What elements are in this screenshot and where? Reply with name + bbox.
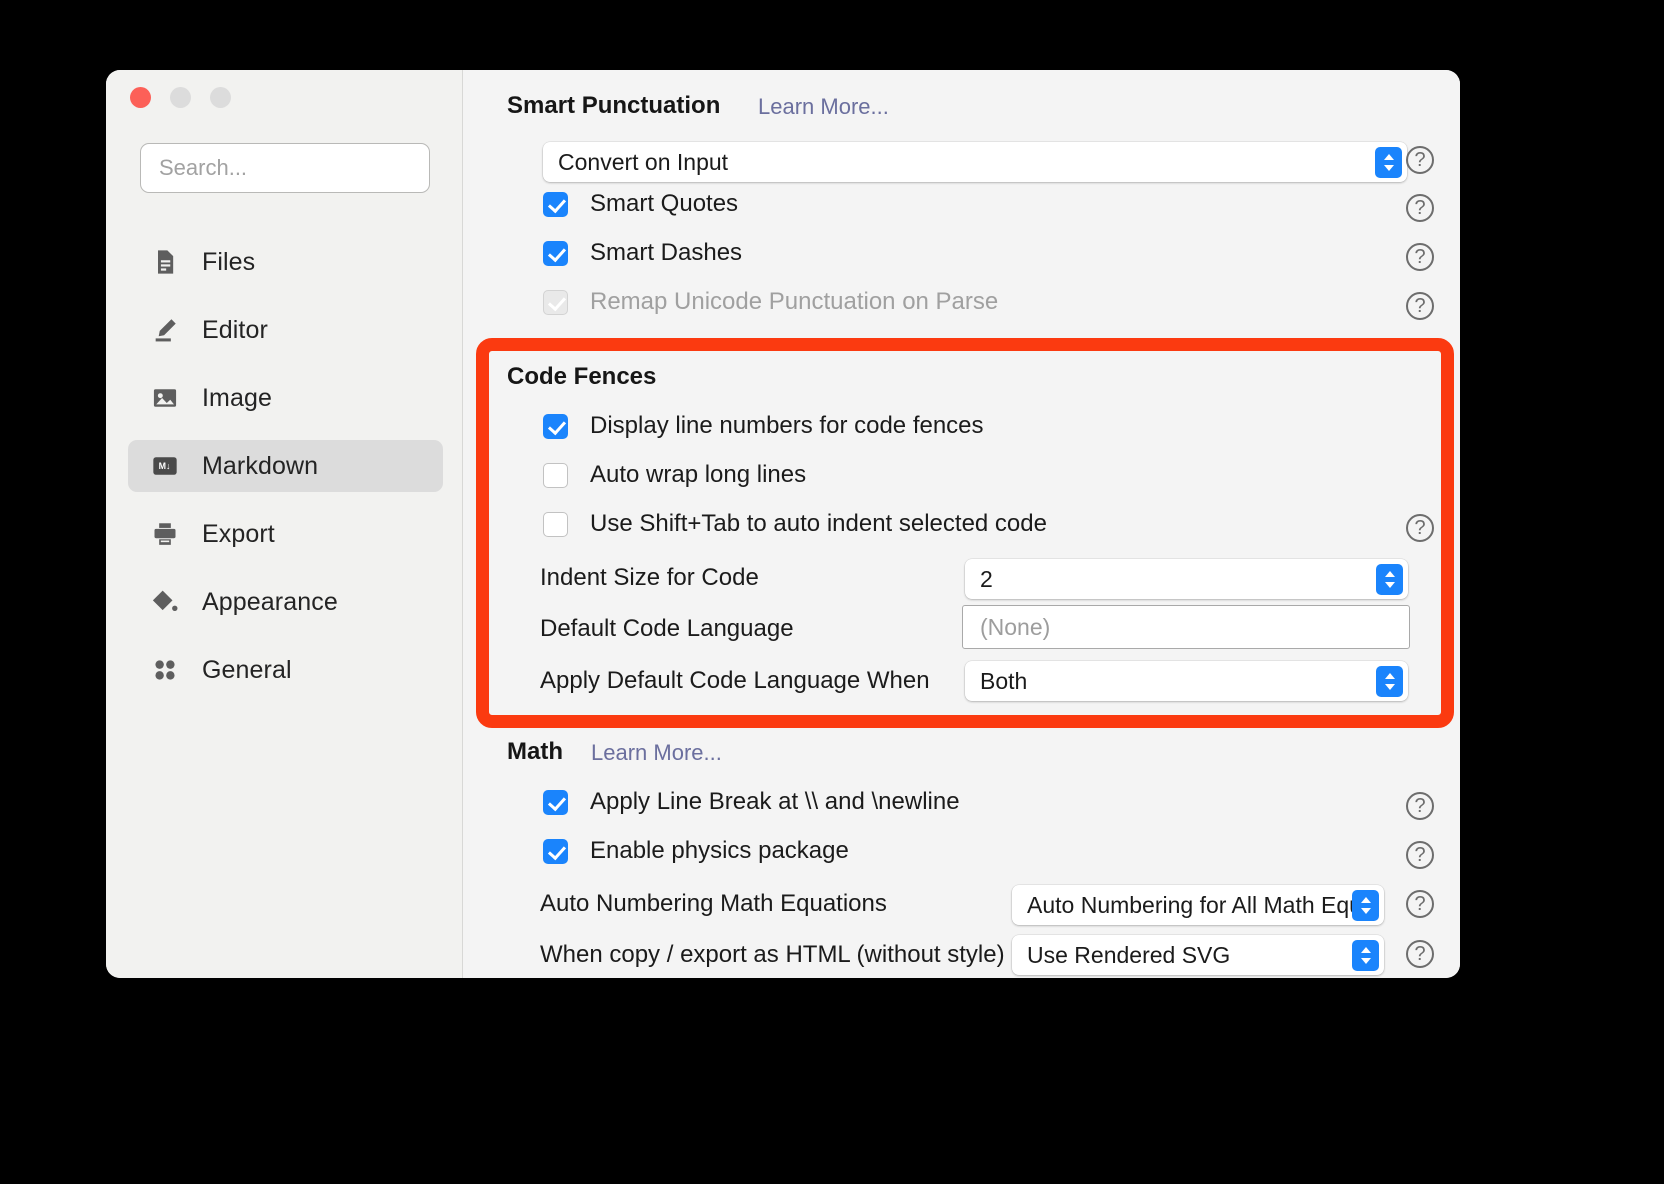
close-button[interactable] [130, 87, 151, 108]
sidebar-item-label: Markdown [202, 451, 319, 480]
search-field-wrapper [140, 143, 430, 193]
help-icon-smart-quotes[interactable]: ? [1406, 194, 1434, 222]
auto-numbering-select[interactable]: Auto Numbering for All Math Equ [1012, 885, 1384, 925]
zoom-button[interactable] [210, 87, 231, 108]
sidebar-item-files[interactable]: Files [128, 236, 443, 288]
screenshot-stage: Files Editor [0, 0, 1664, 1184]
sidebar-item-label: Appearance [202, 587, 338, 616]
apply-line-break-checkbox[interactable] [543, 789, 568, 815]
help-icon-convert-mode[interactable]: ? [1406, 146, 1434, 174]
markdown-icon: M↓ [150, 451, 180, 481]
default-lang-label-wrap: Default Code Language [540, 615, 794, 643]
apply-when-label-wrap: Apply Default Code Language When [540, 667, 930, 695]
shift-tab-row[interactable]: Use Shift+Tab to auto indent selected co… [543, 510, 1047, 538]
line-break-row[interactable]: Apply Line Break at \\ and \newline [543, 788, 960, 816]
auto-wrap-checkbox[interactable] [543, 462, 568, 488]
smart-quotes-label: Smart Quotes [590, 190, 739, 217]
sidebar-item-editor[interactable]: Editor [128, 304, 443, 356]
sidebar: Files Editor [106, 70, 463, 978]
learn-more-math-link[interactable]: Learn More... [591, 740, 722, 766]
section-title-code-fences: Code Fences [507, 363, 657, 390]
display-line-numbers-row[interactable]: Display line numbers for code fences [543, 412, 984, 440]
shift-tab-checkbox[interactable] [543, 511, 568, 537]
help-icon-shift-tab[interactable]: ? [1406, 514, 1434, 542]
help-icon-copy-export-html[interactable]: ? [1406, 940, 1434, 968]
minimize-button[interactable] [170, 87, 191, 108]
sidebar-item-markdown[interactable]: M↓ Markdown [128, 440, 443, 492]
remap-unicode-label: Remap Unicode Punctuation on Parse [590, 288, 999, 315]
chevron-updown-icon[interactable] [1376, 665, 1403, 697]
default-code-language-placeholder: (None) [980, 613, 1051, 640]
display-line-numbers-label: Display line numbers for code fences [590, 412, 984, 439]
pencil-icon [150, 315, 180, 345]
copy-export-html-value: Use Rendered SVG [1027, 941, 1231, 968]
help-icon-remap-unicode[interactable]: ? [1406, 292, 1434, 320]
remap-unicode-row: Remap Unicode Punctuation on Parse [543, 288, 998, 316]
enable-physics-package-checkbox[interactable] [543, 838, 568, 864]
apply-line-break-label: Apply Line Break at \\ and \newline [590, 788, 960, 815]
smart-dashes-checkbox[interactable] [543, 240, 568, 266]
indent-size-value: 2 [980, 565, 993, 592]
help-icon-smart-dashes[interactable]: ? [1406, 243, 1434, 271]
copy-export-html-label: When copy / export as HTML (without styl… [540, 941, 1005, 968]
smart-dashes-row[interactable]: Smart Dashes [543, 239, 742, 267]
default-code-language-label: Default Code Language [540, 615, 794, 642]
sidebar-item-export[interactable]: Export [128, 508, 443, 560]
svg-text:M↓: M↓ [159, 461, 171, 471]
apply-default-language-when-value: Both [980, 667, 1028, 694]
preferences-window: Files Editor [106, 70, 1460, 978]
window-traffic-lights [130, 87, 231, 108]
smart-dashes-label: Smart Dashes [590, 239, 743, 266]
apply-default-language-when-label: Apply Default Code Language When [540, 667, 930, 694]
apply-default-language-when-select[interactable]: Both [965, 661, 1408, 701]
people-icon [150, 655, 180, 685]
auto-numbering-label: Auto Numbering Math Equations [540, 890, 887, 917]
convert-mode-value: Convert on Input [558, 148, 729, 175]
sidebar-nav: Files Editor Image M↓ Markdown Export Ap… [128, 236, 443, 712]
sidebar-item-label: Files [202, 247, 256, 276]
sidebar-item-label: Image [202, 383, 272, 412]
sidebar-item-label: Export [202, 519, 275, 548]
default-code-language-input[interactable]: (None) [962, 605, 1410, 649]
auto-numbering-label-wrap: Auto Numbering Math Equations [540, 890, 887, 918]
auto-wrap-row[interactable]: Auto wrap long lines [543, 461, 806, 489]
chevron-updown-icon[interactable] [1375, 146, 1402, 178]
settings-content: Smart Punctuation Learn More... Convert … [463, 70, 1460, 978]
copy-export-html-select[interactable]: Use Rendered SVG [1012, 935, 1384, 975]
convert-mode-select[interactable]: Convert on Input [543, 142, 1407, 182]
search-input[interactable] [140, 143, 430, 193]
section-title-math: Math [507, 738, 563, 765]
chevron-updown-icon[interactable] [1352, 889, 1379, 921]
section-title-smart-punctuation: Smart Punctuation [507, 92, 721, 119]
learn-more-smart-punctuation-link[interactable]: Learn More... [758, 94, 889, 120]
file-document-icon [150, 247, 180, 277]
smart-quotes-checkbox[interactable] [543, 191, 568, 217]
auto-wrap-label: Auto wrap long lines [590, 461, 807, 488]
sidebar-item-appearance[interactable]: Appearance [128, 576, 443, 628]
chevron-updown-icon[interactable] [1352, 939, 1379, 971]
sidebar-item-label: Editor [202, 315, 268, 344]
sidebar-item-general[interactable]: General [128, 644, 443, 696]
auto-numbering-value: Auto Numbering for All Math Equ [1027, 891, 1352, 918]
printer-icon [150, 519, 180, 549]
sidebar-item-label: General [202, 655, 292, 684]
help-icon-physics-package[interactable]: ? [1406, 841, 1434, 869]
sidebar-item-image[interactable]: Image [128, 372, 443, 424]
copy-export-label-wrap: When copy / export as HTML (without styl… [540, 941, 1005, 969]
smart-quotes-row[interactable]: Smart Quotes [543, 190, 738, 218]
indent-size-label-wrap: Indent Size for Code [540, 564, 759, 592]
image-icon [150, 383, 180, 413]
physics-package-row[interactable]: Enable physics package [543, 837, 849, 865]
chevron-updown-icon[interactable] [1376, 563, 1403, 595]
shift-tab-label: Use Shift+Tab to auto indent selected co… [590, 510, 1047, 537]
indent-size-label: Indent Size for Code [540, 564, 759, 591]
display-line-numbers-checkbox[interactable] [543, 413, 568, 439]
paint-bucket-icon [150, 587, 180, 617]
remap-unicode-checkbox [543, 289, 568, 315]
help-icon-line-break[interactable]: ? [1406, 792, 1434, 820]
help-icon-auto-numbering[interactable]: ? [1406, 890, 1434, 918]
indent-size-select[interactable]: 2 [965, 559, 1408, 599]
enable-physics-package-label: Enable physics package [590, 837, 849, 864]
